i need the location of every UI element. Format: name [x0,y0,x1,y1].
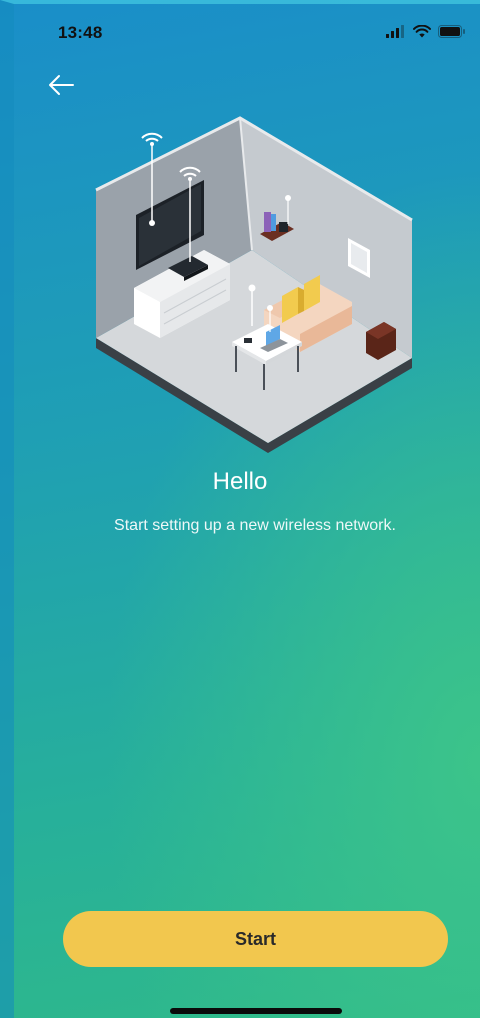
page-title: Hello [212,468,268,495]
arrow-left-icon [49,75,74,95]
battery-icon [438,25,465,38]
tv-signal-dot [149,220,155,226]
living-room-illustration [95,116,413,453]
laptop-signal-dot [267,305,273,311]
shelf-lamp [285,195,291,201]
home-indicator[interactable] [170,1008,342,1014]
phone [244,338,252,343]
status-icons [386,25,466,38]
start-button[interactable]: Start [63,911,448,967]
book-purple [264,212,271,232]
cellular-signal-icon [386,25,404,38]
page-subtitle: Start setting up a new wireless network. [114,517,396,534]
wifi-icon [413,25,431,38]
setup-screen: 13:48 Hello Start setting up a new wirel… [0,0,480,1018]
back-button[interactable] [44,68,78,102]
wifi-signal-icon-tv [141,132,163,146]
status-bar: 13:48 [0,0,480,64]
status-time: 13:48 [58,23,103,42]
